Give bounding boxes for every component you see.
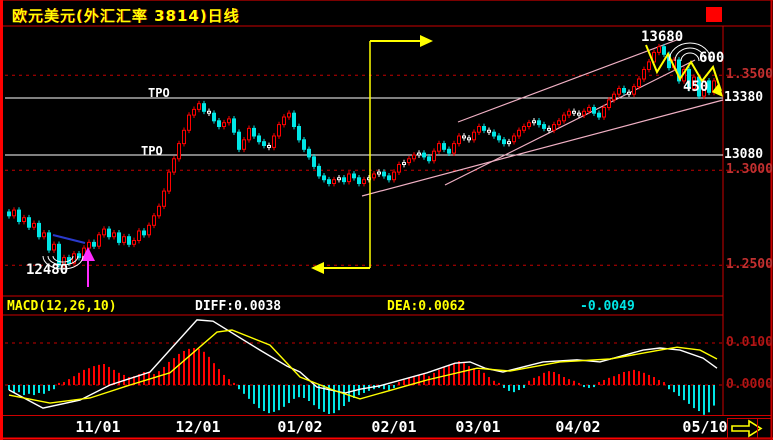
candles-layer xyxy=(7,43,716,269)
macd-dea-label: DEA:0.0062 xyxy=(387,299,466,314)
y-axis-label: 1.3000 xyxy=(726,162,773,178)
alert-square xyxy=(706,7,722,22)
y-axis-label: 13380 xyxy=(724,90,764,105)
x-axis-label: 01/02 xyxy=(277,418,323,436)
x-axis-label: 04/02 xyxy=(555,418,601,436)
chart-canvas[interactable] xyxy=(0,0,773,440)
trading-app-window: 欧元美元(外汇汇率 3814)日线 MACD(12,26,10) DIFF:0.… xyxy=(0,0,773,440)
y-axis-label: 1.3500 xyxy=(726,67,773,83)
macd-scale-label: 0.0000 xyxy=(726,377,773,392)
arrow-right-icon xyxy=(731,419,763,438)
annotation-tpo: TPO xyxy=(148,86,170,100)
x-axis-label: 02/01 xyxy=(371,418,417,436)
x-axis-label: 11/01 xyxy=(75,418,121,436)
macd-scale-label: 0.0100 xyxy=(726,335,773,350)
macd-value-label: -0.0049 xyxy=(580,299,635,314)
diff-line xyxy=(8,319,718,409)
x-axis-label: 12/01 xyxy=(175,418,221,436)
annotation-12480: 12480 xyxy=(26,262,69,278)
button-divider xyxy=(757,419,758,438)
macd-histogram xyxy=(8,348,715,415)
frame-borders xyxy=(0,0,773,440)
macd-params-label: MACD(12,26,10) xyxy=(7,299,117,314)
scroll-right-button[interactable] xyxy=(727,418,772,439)
annotation-tpo: TPO xyxy=(141,144,163,158)
annotation-600: 600 xyxy=(699,50,725,66)
diff-line-layer xyxy=(8,319,718,409)
y-axis-label: 13080 xyxy=(724,147,764,162)
x-axis-label: 05/10 xyxy=(682,418,728,436)
trend-lines xyxy=(52,37,724,244)
y-axis-label: 1.2500 xyxy=(726,257,773,273)
macd-diff-label: DIFF:0.0038 xyxy=(195,299,282,314)
annotation-450: 450 xyxy=(683,79,709,95)
x-axis-label: 03/01 xyxy=(455,418,501,436)
annotation-13680: 13680 xyxy=(641,29,684,45)
chart-title: 欧元美元(外汇汇率 3814)日线 xyxy=(12,7,240,25)
